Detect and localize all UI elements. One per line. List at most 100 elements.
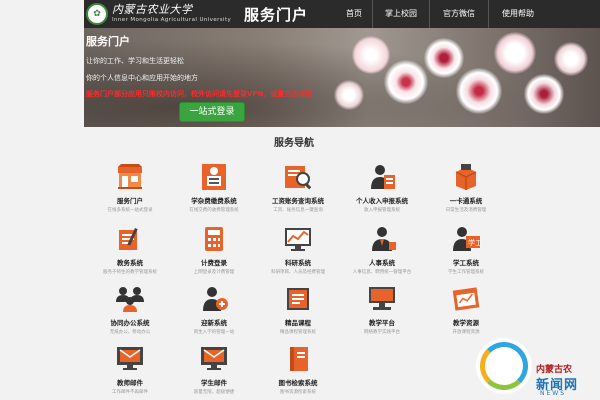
top-nav: 首页 掌上校园 官方微信 使用帮助 — [336, 0, 547, 28]
nav-help[interactable]: 使用帮助 — [489, 0, 547, 28]
service-desc: 科研项目、人员及经费管理 — [271, 270, 325, 275]
blossom-decoration — [456, 68, 502, 114]
income-icon — [367, 164, 397, 190]
logo-english-name: Inner Mongolia Agricultural University — [112, 17, 232, 23]
service-student-mail[interactable]: 学生邮件 容量无限，超级便捷 — [174, 346, 254, 400]
card-box-icon — [451, 164, 481, 190]
service-name: 图书检索系统 — [278, 379, 318, 387]
hero-banner: 服务门户 让你的工作、学习和生活更轻松 你的个人信息中心和应用开始的地方 服务门… — [84, 28, 600, 127]
service-tuition[interactable]: 学杂费缴费系统 在线交费的收费管理系统 — [174, 164, 254, 222]
service-name: 迎新系统 — [201, 319, 227, 327]
service-desc: 容量无限，超级便捷 — [193, 390, 235, 395]
banner-text: 服务门户 让你的工作、学习和生活更轻松 你的个人信息中心和应用开始的地方 服务门… — [86, 33, 312, 99]
service-desc: 收入申报管理系统 — [364, 208, 400, 213]
university-logo[interactable]: ✿ 内蒙古农业大学 Inner Mongolia Agricultural Un… — [84, 0, 236, 28]
service-courses[interactable]: 精品课程 精品课程管理系统 — [258, 286, 338, 344]
service-desc: 人事信息、聘用统一管理平台 — [352, 270, 412, 275]
service-oa[interactable]: 协同办公系统 无纸办公，移动办公 — [90, 286, 170, 344]
svg-text:学工: 学工 — [468, 238, 481, 247]
service-portal[interactable]: 服务门户 在线多系统一站式登录 — [90, 164, 170, 222]
edu-icon — [115, 226, 145, 252]
service-desc: 精品课程管理系统 — [280, 330, 316, 335]
news-watermark: 内蒙古农 新闻网 NEWS — [476, 328, 600, 400]
service-name: 计费登录 — [201, 259, 227, 267]
service-name: 教务系统 — [117, 259, 143, 267]
portal-title: 服务门户 — [244, 5, 309, 24]
cashier-icon — [199, 164, 229, 190]
service-desc: 在线交费的收费管理系统 — [189, 208, 239, 213]
service-library[interactable]: 图书检索系统 图书资源检索系统 — [258, 346, 338, 400]
service-desc: 学生工作管理系统 — [448, 270, 484, 275]
nav-home[interactable]: 首页 — [336, 0, 372, 28]
resources-icon — [451, 286, 481, 312]
service-desc: 在线多系统一站式登录 — [107, 208, 153, 213]
service-hr[interactable]: 人事系统 人事信息、聘用统一管理平台 — [342, 226, 422, 284]
mail-icon — [115, 346, 145, 372]
vpn-warning[interactable]: 服务门户部分应用只限校内访问，校外访问请先登录VPN，设置方法详见 — [86, 89, 312, 99]
banner-title: 服务门户 — [86, 35, 130, 48]
store-icon — [115, 164, 145, 190]
service-name: 教学平台 — [369, 319, 395, 327]
service-name: 学生邮件 — [201, 379, 227, 387]
service-name: 协同办公系统 — [110, 319, 150, 327]
banner-slogan-2: 你的个人信息中心和应用开始的地方 — [86, 74, 198, 82]
logo-chinese-name: 内蒙古农业大学 — [112, 3, 193, 16]
service-billing-login[interactable]: 计费登录 上网登录及计费管理 — [174, 226, 254, 284]
service-desc: 工资、账务信息一键查询 — [273, 208, 323, 213]
service-desc: 无纸办公，移动办公 — [109, 330, 151, 335]
blossom-decoration — [424, 38, 464, 78]
service-desc: 工作邮件不再邮件 — [112, 390, 148, 395]
blossom-decoration — [494, 32, 536, 74]
watermark-text-3: NEWS — [540, 390, 567, 397]
services-grid: 服务门户 在线多系统一站式登录 学杂费缴费系统 在线交费的收费管理系统 工资账务… — [90, 158, 506, 400]
service-teaching-platform[interactable]: 教学平台 网络教学实践平台 — [342, 286, 422, 344]
chart-icon — [283, 226, 313, 252]
service-desc: 新生入学的管理一站 — [193, 330, 235, 335]
service-name: 科研系统 — [285, 259, 311, 267]
service-student-affairs[interactable]: 学工 学工系统 学生工作管理系统 — [426, 226, 506, 284]
service-campus-card[interactable]: 一卡通系统 日常生活及消费管理 — [426, 164, 506, 222]
service-name: 教师邮件 — [117, 379, 143, 387]
service-name: 学工系统 — [453, 259, 479, 267]
logo-text: 内蒙古农业大学 Inner Mongolia Agricultural Univ… — [112, 4, 231, 24]
left-margin — [0, 0, 84, 400]
service-name: 服务门户 — [117, 197, 143, 205]
nav-mobile-campus[interactable]: 掌上校园 — [373, 0, 429, 28]
sso-login-button[interactable]: 一站式登录 — [179, 102, 245, 122]
news-logo-center — [492, 354, 516, 378]
service-teacher-mail[interactable]: 教师邮件 工作邮件不再邮件 — [90, 346, 170, 400]
service-name: 精品课程 — [285, 319, 311, 327]
service-desc: 网络教学实践平台 — [364, 330, 400, 335]
service-salary[interactable]: 工资账务查询系统 工资、账务信息一键查询 — [258, 164, 338, 222]
teaching-icon — [367, 286, 397, 312]
student-mail-icon — [199, 346, 229, 372]
service-desc: 服务于师生的教学管理系统 — [103, 270, 157, 275]
service-desc: 日常生活及消费管理 — [445, 208, 487, 213]
team-icon — [115, 286, 145, 312]
welcome-icon — [199, 286, 229, 312]
student-work-icon: 学工 — [451, 226, 482, 252]
service-name: 教学资源 — [453, 319, 479, 327]
people-icon — [367, 226, 397, 252]
calculator-icon — [199, 226, 229, 252]
service-name: 一卡通系统 — [449, 197, 483, 205]
banner-slogan-1: 让你的工作、学习和生活更轻松 — [86, 57, 184, 65]
service-freshman[interactable]: 迎新系统 新生入学的管理一站 — [174, 286, 254, 344]
blossom-decoration — [334, 80, 364, 110]
service-research[interactable]: 科研系统 科研项目、人员及经费管理 — [258, 226, 338, 284]
service-name: 人事系统 — [369, 259, 395, 267]
blossom-decoration — [384, 60, 428, 104]
service-academic[interactable]: 教务系统 服务于师生的教学管理系统 — [90, 226, 170, 284]
service-name: 个人收入申报系统 — [356, 197, 408, 205]
search-report-icon — [283, 164, 313, 190]
service-name: 工资账务查询系统 — [272, 197, 324, 205]
service-income[interactable]: 个人收入申报系统 收入申报管理系统 — [342, 164, 422, 222]
service-desc: 图书资源检索系统 — [280, 390, 316, 395]
blossom-decoration — [352, 36, 390, 74]
service-desc: 上网登录及计费管理 — [193, 270, 235, 275]
service-name: 学杂费缴费系统 — [191, 197, 237, 205]
nav-official-wechat[interactable]: 官方微信 — [430, 0, 488, 28]
blossom-decoration — [524, 74, 564, 114]
book-icon — [283, 346, 313, 372]
blossom-decoration — [554, 42, 588, 76]
